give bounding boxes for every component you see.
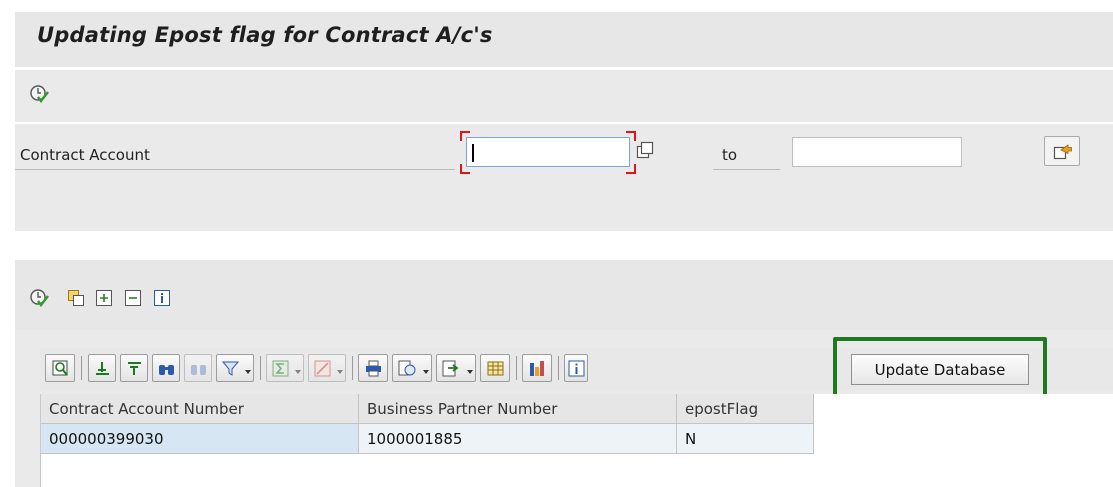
to-label: to xyxy=(722,146,738,164)
execute-icon[interactable] xyxy=(29,84,49,104)
application-toolbar xyxy=(15,70,1113,122)
update-database-button[interactable]: Update Database xyxy=(851,354,1029,385)
more-selection-button[interactable] xyxy=(1044,136,1080,166)
layout-button[interactable] xyxy=(480,354,510,382)
more-selection-icon xyxy=(1053,144,1072,160)
column-header[interactable]: epostFlag xyxy=(677,394,814,424)
title-bar: Updating Epost flag for Contract A/c's xyxy=(15,12,1113,67)
sort-ascending-button[interactable] xyxy=(88,354,116,382)
graphic-button[interactable] xyxy=(522,354,552,382)
find-button[interactable] xyxy=(152,354,180,382)
sum-icon xyxy=(272,360,289,377)
contract-account-label: Contract Account xyxy=(20,146,150,164)
chevron-down-icon xyxy=(337,370,343,374)
sort-descending-button[interactable] xyxy=(120,354,148,382)
page-title: Updating Epost flag for Contract A/c's xyxy=(37,23,493,47)
alv-header xyxy=(15,260,1113,330)
export-button[interactable] xyxy=(436,354,476,382)
contract-account-from-input[interactable] xyxy=(466,137,630,167)
info-icon xyxy=(568,360,585,377)
table-cell[interactable]: 1000001885 xyxy=(359,424,677,454)
subtotal-icon xyxy=(314,360,331,377)
column-header[interactable]: Contract Account Number xyxy=(41,394,359,424)
collapse-icon[interactable] xyxy=(124,289,142,307)
subtotal-button[interactable] xyxy=(308,354,346,382)
result-grid: Contract Account Number Business Partner… xyxy=(40,394,1113,487)
chevron-down-icon xyxy=(467,370,473,374)
toolbar-separator xyxy=(81,356,82,380)
bar-chart-icon xyxy=(530,361,544,376)
total-button[interactable] xyxy=(266,354,304,382)
chevron-down-icon xyxy=(423,370,429,374)
text-caret xyxy=(472,144,474,162)
toolbar-separator xyxy=(260,356,261,380)
chevron-down-icon xyxy=(295,370,301,374)
toolbar-separator xyxy=(352,356,353,380)
table-cell[interactable]: 000000399030 xyxy=(41,424,359,454)
chevron-down-icon xyxy=(245,370,251,374)
details-button[interactable] xyxy=(45,354,75,382)
information-button[interactable] xyxy=(564,354,588,382)
layout-grid-icon xyxy=(487,361,504,376)
views-button[interactable] xyxy=(392,354,432,382)
copy-icon[interactable] xyxy=(67,289,85,307)
find-next-button[interactable] xyxy=(184,354,212,382)
binoculars-icon xyxy=(159,365,174,375)
label-underline xyxy=(713,169,780,170)
table-cell[interactable]: N xyxy=(677,424,814,454)
multiple-selection-icon[interactable] xyxy=(636,141,654,159)
execute-icon[interactable] xyxy=(29,288,49,308)
sort-descending-icon xyxy=(128,362,141,375)
toolbar-separator xyxy=(516,356,517,380)
column-header[interactable]: Business Partner Number xyxy=(359,394,677,424)
export-icon xyxy=(442,360,459,377)
label-underline xyxy=(15,169,455,170)
binoculars-next-icon xyxy=(191,365,206,375)
views-icon xyxy=(398,360,416,376)
toolbar-separator xyxy=(558,356,559,380)
expand-icon[interactable] xyxy=(95,289,113,307)
sort-ascending-icon xyxy=(96,362,109,375)
info-icon[interactable] xyxy=(153,289,171,307)
filter-icon xyxy=(222,361,239,376)
print-button[interactable] xyxy=(358,354,388,382)
filter-button[interactable] xyxy=(216,354,254,382)
print-icon xyxy=(366,360,381,377)
contract-account-to-input[interactable] xyxy=(792,137,962,167)
details-icon xyxy=(52,360,68,376)
